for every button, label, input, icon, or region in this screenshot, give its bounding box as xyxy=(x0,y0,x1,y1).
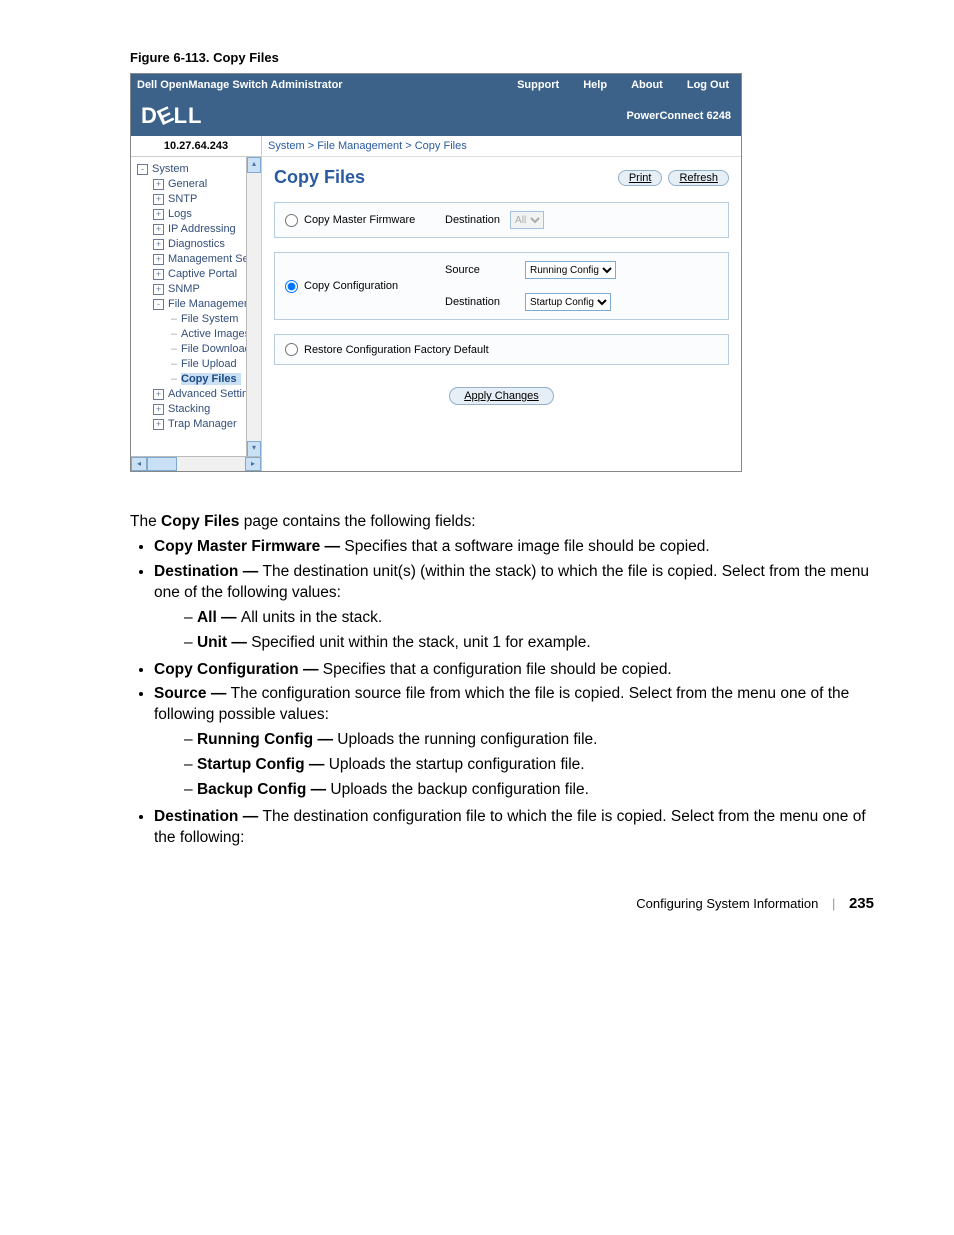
panel-copy-master-firmware: Copy Master Firmware Destination All xyxy=(274,202,729,238)
topbar: Dell OpenManage Switch Administrator Sup… xyxy=(131,74,741,96)
tree-item[interactable]: +Advanced Settings xyxy=(135,386,261,401)
footer-separator: | xyxy=(832,896,835,911)
b3-term: Copy Configuration — xyxy=(154,661,323,678)
b2-term: Destination — xyxy=(154,563,263,580)
breadcrumb: System > File Management > Copy Files xyxy=(262,136,741,157)
b1-desc: Specifies that a software image file sho… xyxy=(344,538,709,555)
tree-item[interactable]: +SNTP xyxy=(135,191,261,206)
b4c-desc: Uploads the backup configuration file. xyxy=(330,781,589,798)
dell-logo: DELL xyxy=(141,103,202,129)
panel-copy-configuration: Copy Configuration Source Running Config… xyxy=(274,252,729,320)
b4a-term: Running Config — xyxy=(197,731,337,748)
refresh-button[interactable]: Refresh xyxy=(668,170,729,186)
b2b-desc: Specified unit within the stack, unit 1 … xyxy=(251,634,590,651)
support-link[interactable]: Support xyxy=(505,79,571,91)
help-link[interactable]: Help xyxy=(571,79,619,91)
tree-item[interactable]: +Diagnostics xyxy=(135,236,261,251)
tree-item[interactable]: +Trap Manager xyxy=(135,416,261,431)
about-link[interactable]: About xyxy=(619,79,675,91)
tree-item[interactable]: +SNMP xyxy=(135,281,261,296)
tree-item[interactable]: –File Upload xyxy=(135,356,261,371)
select-destination[interactable]: Startup Config xyxy=(525,293,611,311)
footer-page-number: 235 xyxy=(849,895,874,912)
brandbar: DELL PowerConnect 6248 xyxy=(131,96,741,136)
label-source: Source xyxy=(445,264,515,276)
topbar-title: Dell OpenManage Switch Administrator xyxy=(131,79,505,91)
ip-header: 10.27.64.243 xyxy=(131,136,261,157)
select-firmware-destination[interactable]: All xyxy=(510,211,544,229)
b4a-desc: Uploads the running configuration file. xyxy=(337,731,597,748)
intro-post: page contains the following fields: xyxy=(239,513,475,530)
b1-term: Copy Master Firmware — xyxy=(154,538,344,555)
intro-bold: Copy Files xyxy=(161,513,239,530)
product-name: PowerConnect 6248 xyxy=(626,110,731,122)
content-area: System > File Management > Copy Files Co… xyxy=(262,136,741,471)
scrollbar-horizontal[interactable]: ◂ ▸ xyxy=(131,456,261,471)
scroll-up-icon[interactable]: ▴ xyxy=(247,157,261,173)
tree-item[interactable]: +IP Addressing xyxy=(135,221,261,236)
footer-section: Configuring System Information xyxy=(636,896,818,911)
scroll-track-h[interactable] xyxy=(147,457,245,471)
tree-item[interactable]: +Logs xyxy=(135,206,261,221)
b4c-term: Backup Config — xyxy=(197,781,330,798)
scroll-right-icon[interactable]: ▸ xyxy=(245,457,261,471)
tree-item[interactable]: +General xyxy=(135,176,261,191)
scroll-down-icon[interactable]: ▾ xyxy=(247,441,261,457)
tree-item[interactable]: +Stacking xyxy=(135,401,261,416)
radio-restore-factory[interactable] xyxy=(285,343,298,356)
b5-term: Destination — xyxy=(154,808,263,825)
b2a-desc: All units in the stack. xyxy=(241,609,382,626)
scrollbar-vertical[interactable]: ▴ ▾ xyxy=(246,157,261,457)
intro-pre: The xyxy=(130,513,161,530)
label-destination-2: Destination xyxy=(445,296,515,308)
print-button[interactable]: Print xyxy=(618,170,663,186)
page-title: Copy Files xyxy=(274,167,612,188)
b2a-term: All — xyxy=(197,609,241,626)
tree-item[interactable]: -System xyxy=(135,161,261,176)
tree-item[interactable]: -File Management xyxy=(135,296,261,311)
label-restore-factory: Restore Configuration Factory Default xyxy=(304,344,489,356)
nav-tree[interactable]: -System+General+SNTP+Logs+IP Addressing+… xyxy=(131,157,261,435)
figure-caption: Figure 6-113. Copy Files xyxy=(130,50,874,65)
radio-copy-configuration[interactable] xyxy=(285,280,298,293)
sidebar: 10.27.64.243 -System+General+SNTP+Logs+I… xyxy=(131,136,262,471)
screenshot: Dell OpenManage Switch Administrator Sup… xyxy=(130,73,742,472)
b4b-term: Startup Config — xyxy=(197,756,329,773)
tree-item[interactable]: +Captive Portal xyxy=(135,266,261,281)
scroll-thumb-h[interactable] xyxy=(147,457,177,471)
radio-copy-master-firmware[interactable] xyxy=(285,214,298,227)
b4-desc: The configuration source file from which… xyxy=(154,685,849,723)
tree-item[interactable]: –File System xyxy=(135,311,261,326)
panel-restore-factory: Restore Configuration Factory Default xyxy=(274,334,729,365)
tree-item[interactable]: –File Download xyxy=(135,341,261,356)
label-copy-master-firmware: Copy Master Firmware xyxy=(304,214,415,226)
b4b-desc: Uploads the startup configuration file. xyxy=(329,756,585,773)
b3-desc: Specifies that a configuration file shou… xyxy=(323,661,672,678)
scroll-track-v[interactable] xyxy=(247,173,261,441)
label-destination-1: Destination xyxy=(445,214,500,226)
apply-changes-button[interactable]: Apply Changes xyxy=(449,387,554,405)
tree-item[interactable]: –Active Images xyxy=(135,326,261,341)
page-footer: Configuring System Information | 235 xyxy=(130,895,874,912)
document-body: The Copy Files page contains the followi… xyxy=(130,512,874,849)
select-source[interactable]: Running Config xyxy=(525,261,616,279)
tree-item[interactable]: –Copy Files xyxy=(135,371,261,386)
b4-term: Source — xyxy=(154,685,231,702)
b2b-term: Unit — xyxy=(197,634,251,651)
scroll-left-icon[interactable]: ◂ xyxy=(131,457,147,471)
tree-item[interactable]: +Management Secur xyxy=(135,251,261,266)
logout-link[interactable]: Log Out xyxy=(675,79,741,91)
label-copy-configuration: Copy Configuration xyxy=(304,280,398,292)
